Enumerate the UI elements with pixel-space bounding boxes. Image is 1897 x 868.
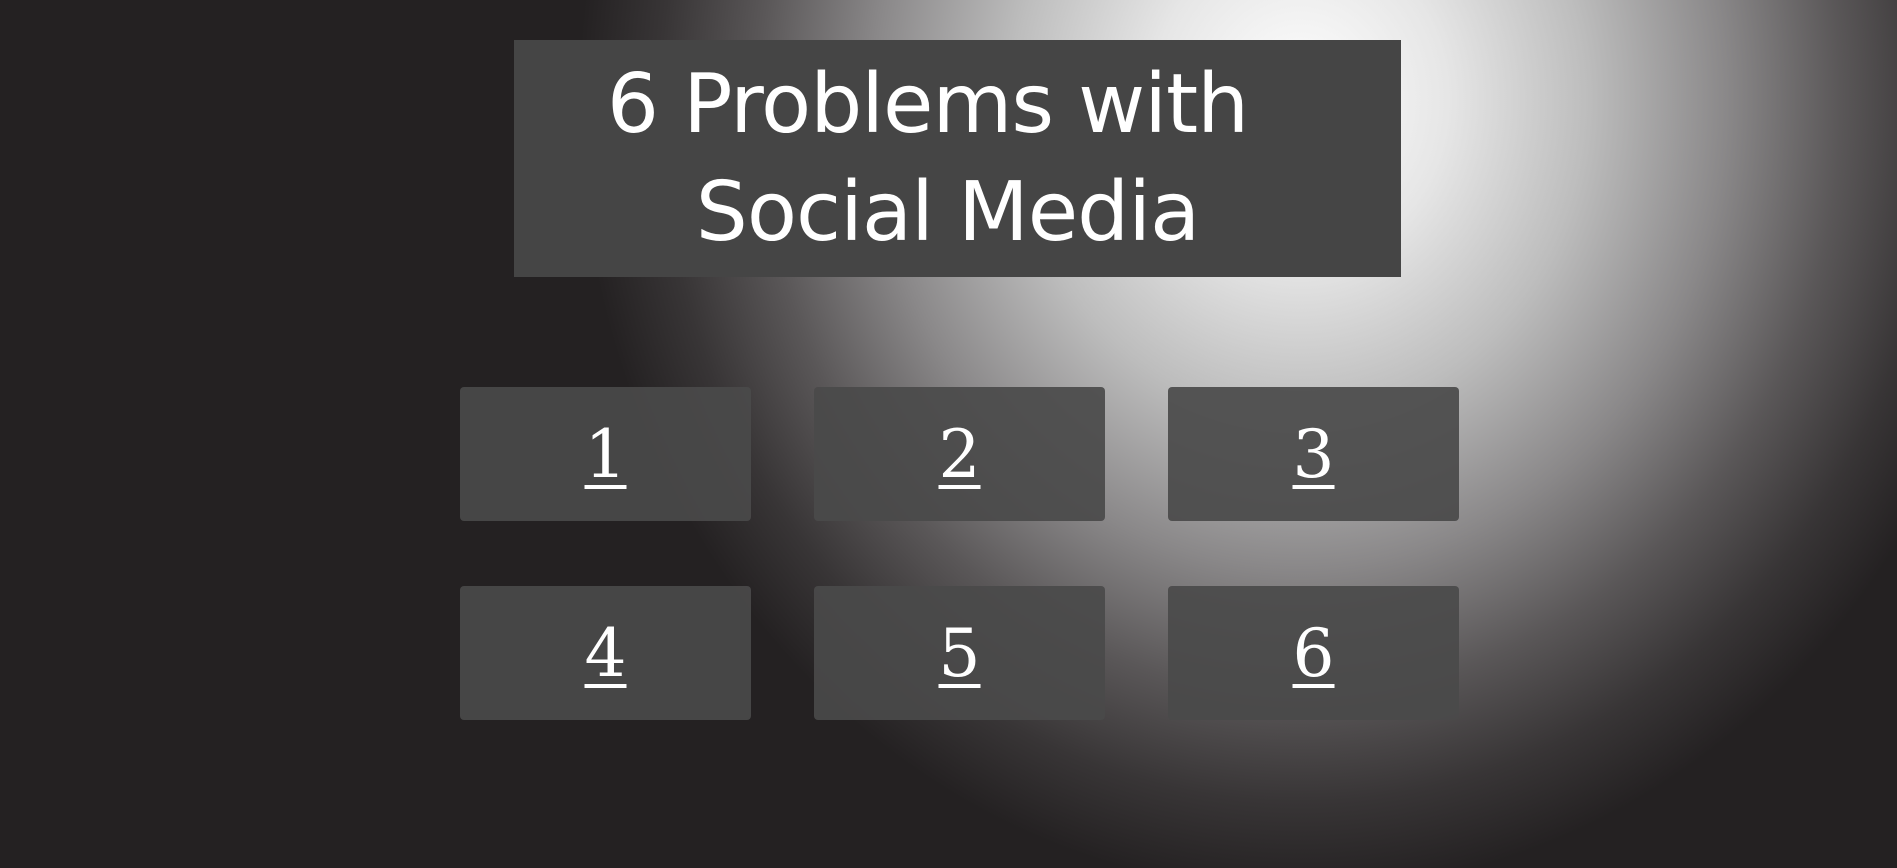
tile-button-4[interactable]: 4 — [460, 586, 751, 720]
tile-button-6[interactable]: 6 — [1168, 586, 1459, 720]
page-title-line-1: 6 Problems with — [606, 56, 1249, 152]
tile-button-1[interactable]: 1 — [460, 387, 751, 521]
title-panel: 6 Problems with Social Media — [514, 40, 1401, 277]
tile-link-1[interactable]: 1 — [585, 416, 627, 493]
tile-link-6[interactable]: 6 — [1293, 615, 1335, 692]
tile-button-2[interactable]: 2 — [814, 387, 1105, 521]
page-title-line-2: Social Media — [695, 164, 1200, 260]
tile-button-3[interactable]: 3 — [1168, 387, 1459, 521]
tile-link-2[interactable]: 2 — [939, 416, 981, 493]
tile-link-4[interactable]: 4 — [585, 615, 627, 692]
slide-canvas: 6 Problems with Social Media 1 2 3 4 5 6 — [0, 0, 1897, 868]
tile-link-5[interactable]: 5 — [939, 615, 981, 692]
tile-button-5[interactable]: 5 — [814, 586, 1105, 720]
tile-link-3[interactable]: 3 — [1293, 416, 1335, 493]
